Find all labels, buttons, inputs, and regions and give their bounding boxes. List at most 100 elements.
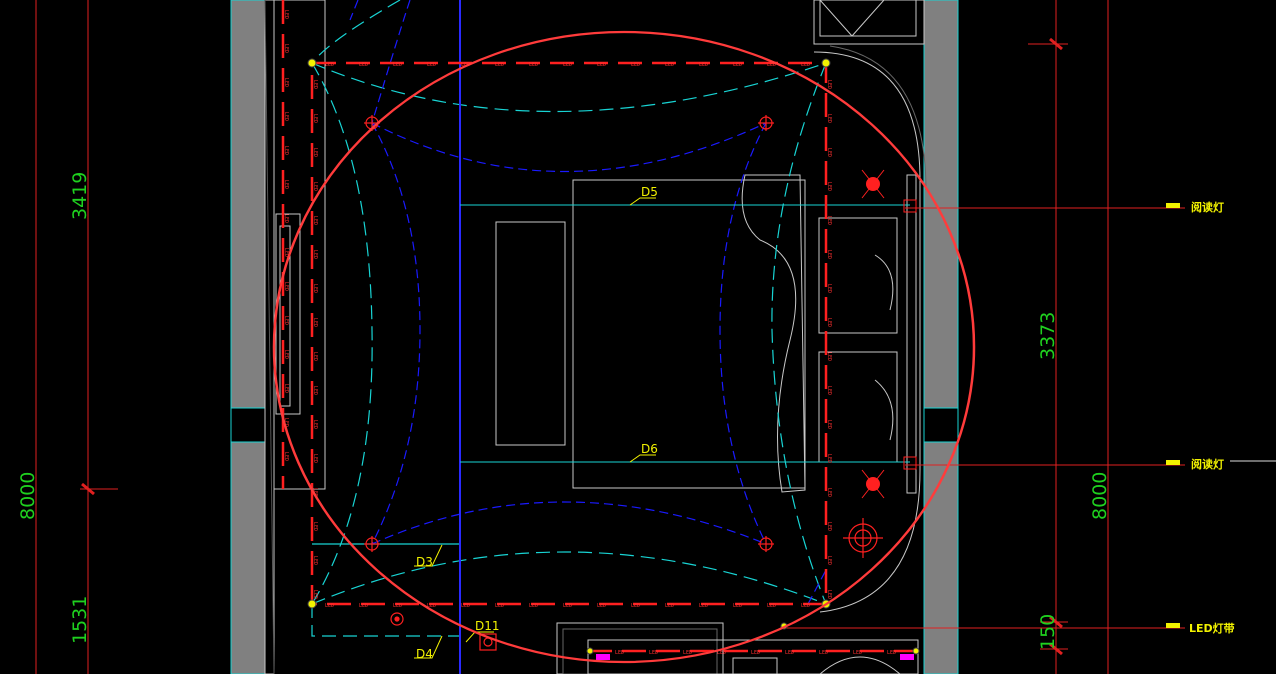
led-mark: LED bbox=[312, 590, 318, 599]
led-mark: LED bbox=[665, 603, 674, 609]
led-mark: LED bbox=[312, 352, 318, 361]
led-mark: LED bbox=[283, 112, 289, 121]
led-mark: LED bbox=[826, 420, 832, 429]
led-mark: LED bbox=[312, 250, 318, 259]
led-mark: LED bbox=[819, 650, 828, 656]
led-mark: LED bbox=[283, 180, 289, 189]
led-mark: LED bbox=[283, 350, 289, 359]
led-mark: LED bbox=[283, 452, 289, 461]
led-mark: LED bbox=[699, 603, 708, 609]
led-mark: LED bbox=[699, 62, 708, 68]
led-mark: LED bbox=[597, 603, 606, 609]
led-mark: LED bbox=[563, 62, 572, 68]
bottom-fixtures bbox=[556, 622, 919, 674]
led-mark: LED bbox=[312, 114, 318, 123]
floor-plan-drawing: LED LED LED LED LED LED LED LED LED LED LED LED LED L… bbox=[17, 0, 1276, 674]
led-mark: LED bbox=[312, 148, 318, 157]
led-mark: LED bbox=[312, 522, 318, 531]
led-mark: LED bbox=[325, 603, 334, 609]
led-mark: LED bbox=[325, 62, 334, 68]
led-mark: LED bbox=[312, 318, 318, 327]
annotation-tags bbox=[1166, 203, 1180, 628]
label-d5: D5 bbox=[641, 185, 658, 199]
led-mark: LED bbox=[529, 62, 538, 68]
led-mark: LED bbox=[283, 146, 289, 155]
bench bbox=[495, 221, 566, 446]
led-mark: LED bbox=[461, 603, 470, 609]
led-mark: LED bbox=[826, 352, 832, 361]
dim-right-total: 8000 bbox=[1089, 472, 1111, 520]
led-mark: LED bbox=[283, 44, 289, 53]
led-mark: LED bbox=[495, 603, 504, 609]
led-mark: LED bbox=[751, 650, 760, 656]
annotation-leaders bbox=[780, 207, 1276, 629]
label-d6: D6 bbox=[641, 442, 658, 456]
led-mark: LED bbox=[826, 284, 832, 293]
led-mark: LED bbox=[853, 650, 862, 656]
led-mark: LED bbox=[767, 603, 776, 609]
walls bbox=[230, 0, 959, 674]
led-mark: LED bbox=[312, 556, 318, 565]
label-leaders bbox=[414, 197, 656, 659]
annotation-reading-lamp-bottom: 阅读灯 bbox=[1191, 457, 1224, 471]
led-mark: LED bbox=[631, 62, 640, 68]
led-mark: LED bbox=[649, 650, 658, 656]
led-mark: LED bbox=[563, 603, 572, 609]
dim-right-bottom: 150 bbox=[1037, 614, 1059, 650]
led-mark: LED bbox=[826, 522, 832, 531]
led-mark: LED bbox=[826, 454, 832, 463]
led-mark: LED bbox=[393, 603, 402, 609]
dim-left-bottom: 1531 bbox=[69, 596, 91, 644]
led-mark: LED bbox=[801, 62, 810, 68]
led-mark: LED bbox=[427, 62, 436, 68]
led-mark: LED bbox=[312, 420, 318, 429]
led-mark: LED bbox=[826, 148, 832, 157]
label-d4: D4 bbox=[416, 647, 433, 661]
led-mark: LED bbox=[826, 590, 832, 599]
led-mark: LED bbox=[359, 603, 368, 609]
led-mark: LED bbox=[283, 384, 289, 393]
led-mark: LED bbox=[312, 80, 318, 89]
led-mark: LED bbox=[826, 386, 832, 395]
led-mark: LED bbox=[801, 603, 810, 609]
led-mark: LED bbox=[495, 62, 504, 68]
led-mark: LED bbox=[826, 182, 832, 191]
annotation-reading-lamp-top: 阅读灯 bbox=[1191, 200, 1224, 214]
led-mark: LED bbox=[665, 62, 674, 68]
led-mark: LED bbox=[359, 62, 368, 68]
led-mark: LED bbox=[826, 114, 832, 123]
led-mark: LED bbox=[529, 603, 538, 609]
led-mark: LED bbox=[733, 603, 742, 609]
led-mark: LED bbox=[826, 318, 832, 327]
led-mark: LED bbox=[283, 78, 289, 87]
dim-right-mid: 3373 bbox=[1037, 312, 1059, 360]
led-mark: LED bbox=[733, 62, 742, 68]
side-panels bbox=[818, 174, 917, 494]
led-mark: LED bbox=[615, 650, 624, 656]
led-mark: LED bbox=[597, 62, 606, 68]
led-mark: LED bbox=[785, 650, 794, 656]
reading-lamp-top bbox=[861, 169, 917, 213]
led-mark: LED bbox=[283, 316, 289, 325]
label-d11: D11 bbox=[475, 619, 500, 633]
led-mark: LED bbox=[826, 80, 832, 89]
led-mark: LED bbox=[312, 386, 318, 395]
led-mark: LED bbox=[826, 488, 832, 497]
ceiling-curves-cyan bbox=[311, 0, 827, 637]
led-mark: LED bbox=[283, 214, 289, 223]
led-mark: LED bbox=[826, 216, 832, 225]
led-mark: LED bbox=[826, 556, 832, 565]
led-mark: LED bbox=[312, 454, 318, 463]
dim-left-top: 3419 bbox=[69, 172, 91, 220]
led-mark: LED bbox=[887, 650, 896, 656]
bed bbox=[572, 174, 806, 493]
annotation-led-strip: LED灯带 bbox=[1189, 621, 1235, 635]
label-d3: D3 bbox=[416, 555, 433, 569]
reading-lamp-bottom bbox=[861, 456, 917, 499]
led-mark: LED bbox=[312, 182, 318, 191]
left-dimension-lines bbox=[35, 0, 118, 674]
led-strip-marks: LED LED LED LED LED LED LED LED LED LED LED LED LED L… bbox=[283, 10, 896, 656]
led-mark: LED bbox=[283, 10, 289, 19]
led-mark: LED bbox=[312, 216, 318, 225]
dim-left-total: 8000 bbox=[17, 472, 39, 520]
